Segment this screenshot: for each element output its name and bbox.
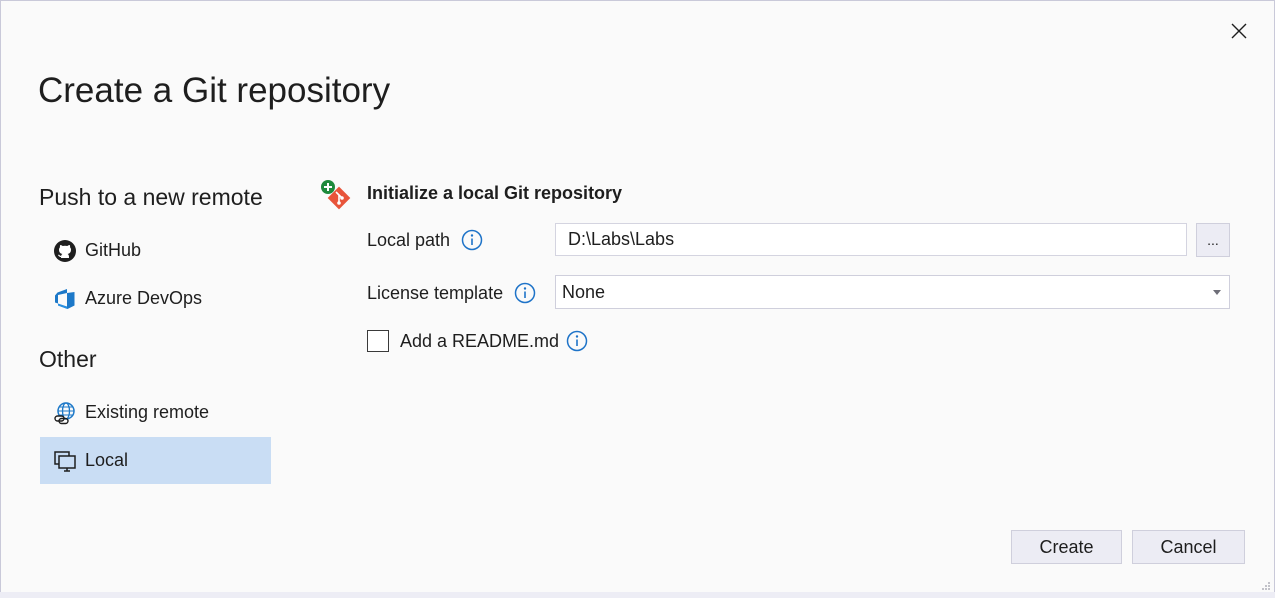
- resize-grip-icon[interactable]: [1257, 579, 1271, 593]
- close-button[interactable]: [1223, 15, 1255, 47]
- create-git-repository-dialog: Create a Git repository Push to a new re…: [0, 0, 1275, 598]
- cancel-button[interactable]: Cancel: [1132, 530, 1245, 564]
- other-section-heading: Other: [39, 346, 97, 372]
- sidebar-item-local[interactable]: Local: [40, 437, 271, 484]
- sidebar-item-label: Existing remote: [85, 402, 210, 422]
- push-section-heading: Push to a new remote: [39, 184, 263, 210]
- sidebar-item-azure-devops[interactable]: Azure DevOps: [40, 275, 271, 322]
- readme-checkbox-row: Add a README.md: [367, 328, 589, 354]
- sidebar-item-github[interactable]: GitHub: [40, 227, 271, 274]
- local-path-label-row: Local path: [367, 228, 484, 252]
- readme-label[interactable]: Add a README.md: [400, 331, 559, 352]
- browse-button[interactable]: ...: [1196, 223, 1230, 257]
- git-init-icon: [321, 180, 351, 210]
- dialog-title: Create a Git repository: [38, 71, 391, 110]
- sidebar-item-label: Azure DevOps: [85, 288, 203, 308]
- init-repository-heading: Initialize a local Git repository: [367, 183, 623, 203]
- license-template-label-row: License template: [367, 281, 537, 305]
- local-path-input[interactable]: [555, 223, 1187, 256]
- close-icon: [1231, 23, 1247, 39]
- license-template-value: None: [562, 281, 606, 302]
- license-template-select[interactable]: None: [555, 275, 1230, 309]
- sidebar-item-label: Local: [85, 450, 129, 470]
- azure-devops-icon: [53, 287, 77, 311]
- window-bottom-edge: [0, 592, 1275, 598]
- readme-checkbox[interactable]: [367, 330, 389, 352]
- sidebar-item-existing-remote[interactable]: Existing remote: [40, 389, 271, 436]
- info-icon[interactable]: [460, 228, 484, 252]
- github-icon: [53, 239, 77, 263]
- sidebar-item-label: GitHub: [85, 240, 142, 260]
- local-computer-icon: [53, 449, 77, 473]
- license-template-label: License template: [367, 282, 504, 303]
- chevron-down-icon: [1213, 290, 1221, 295]
- local-path-label: Local path: [367, 229, 451, 250]
- info-icon[interactable]: [565, 329, 589, 353]
- info-icon[interactable]: [513, 281, 537, 305]
- globe-link-icon: [53, 401, 77, 425]
- create-button[interactable]: Create: [1011, 530, 1122, 564]
